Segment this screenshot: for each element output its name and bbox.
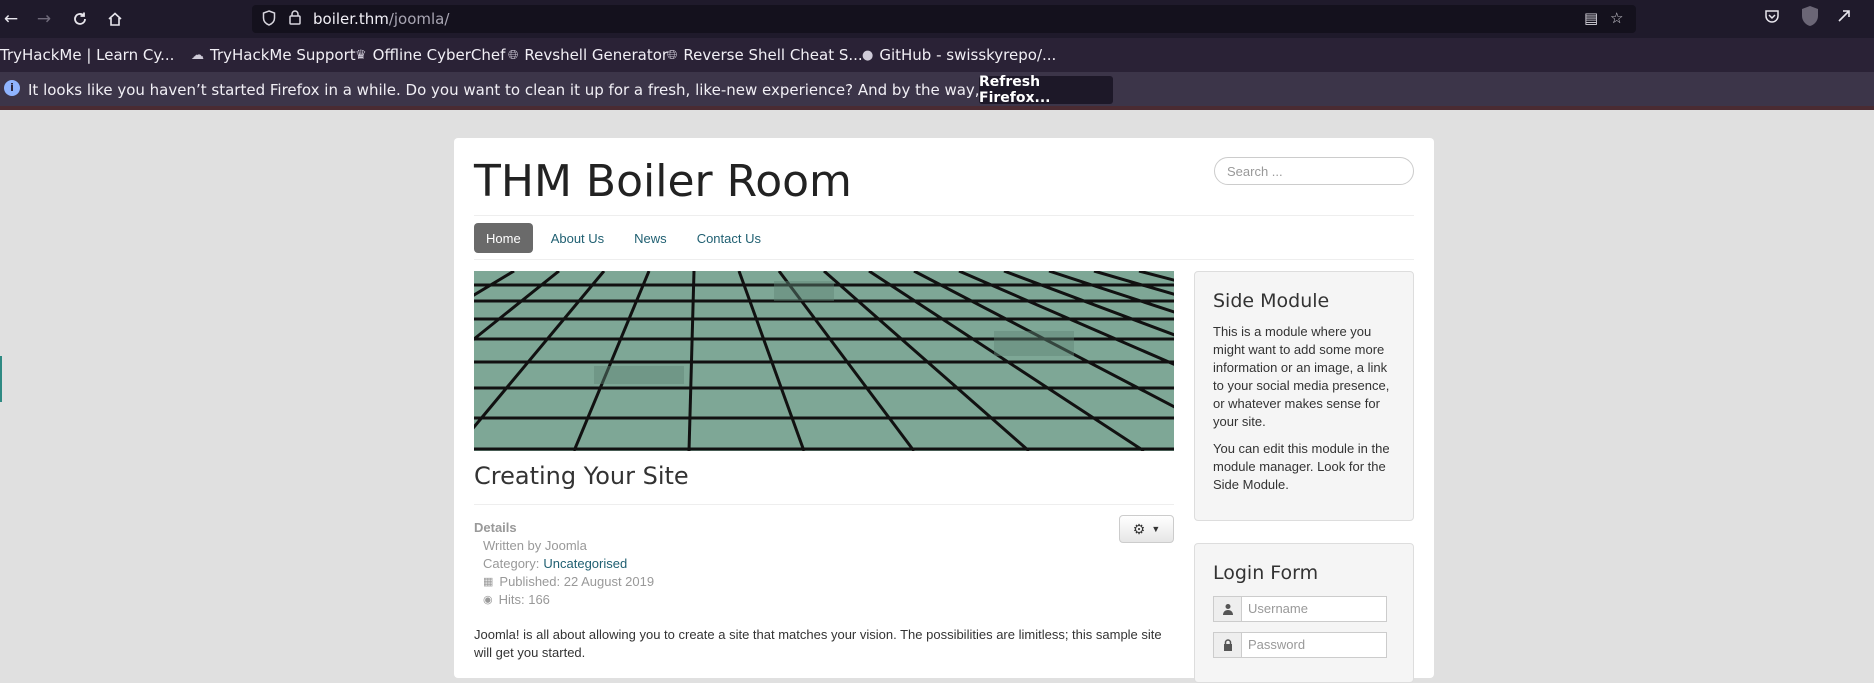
bookmark-tryhackme-learn[interactable]: TryHackMe | Learn Cy... [0,46,174,64]
main-nav: Home About Us News Contact Us [474,223,773,253]
site-container: THM Boiler Room Search ... Home About Us… [454,138,1434,683]
article-category: Category: Uncategorised [483,556,627,571]
refresh-firefox-button[interactable]: Refresh Firefox... [979,74,1113,106]
divider [474,215,1414,216]
url-host: boiler.thm [313,10,389,28]
bookmarks-bar: TryHackMe | Learn Cy... ☁ TryHackMe Suppo… [0,38,1874,72]
sidebar-edge-tab[interactable] [0,356,2,402]
calendar-icon: ▦ [483,576,494,588]
url-path: /joomla/ [388,10,450,28]
side-module: Side Module This is a module where you m… [1194,271,1414,521]
url-text[interactable]: boiler.thm/joomla/ [313,10,449,28]
notification-bar: i It looks like you haven’t started Fire… [0,72,1874,110]
nav-about-us[interactable]: About Us [539,223,616,253]
bookmark-offline-cyberchef[interactable]: ♛ Offline CyberChef [355,46,505,64]
bookmark-github-swisskyrepo[interactable]: ● GitHub - swisskyrepo/... [862,46,1056,64]
article-published: ▦ Published: 22 August 2019 [483,574,654,589]
password-field[interactable]: Password [1213,632,1387,658]
login-module: Login Form Username Password [1194,543,1414,683]
info-icon: i [4,80,20,96]
login-title: Login Form [1213,562,1319,584]
pocket-icon[interactable] [1764,8,1780,28]
article-title[interactable]: Creating Your Site [474,462,689,490]
globe-icon: 🌐︎ [508,47,519,63]
bookmark-reverse-shell-cheat[interactable]: 🌐︎ Reverse Shell Cheat S... [667,46,863,64]
divider [474,259,1414,260]
burp-extension-icon[interactable] [1800,4,1822,28]
bookmark-tryhackme-support[interactable]: ☁ TryHackMe Support [191,46,356,64]
eye-icon: ◉ [483,594,493,606]
bookmark-label: GitHub - swisskyrepo/... [879,46,1057,64]
banner-image [474,271,1174,451]
site-title[interactable]: THM Boiler Room [474,156,852,207]
forward-arrow-icon[interactable]: → [33,8,55,30]
back-arrow-icon[interactable]: ← [0,8,22,30]
search-input[interactable]: Search ... [1214,157,1414,185]
side-module-title: Side Module [1213,290,1330,312]
side-module-text: This is a module where you might want to… [1213,324,1390,429]
cloud-icon: ☁ [191,47,204,63]
username-input[interactable]: Username [1242,597,1386,621]
author-text: Written by Joomla [483,538,587,553]
article-tools-button[interactable]: ⚙ ▼ [1119,515,1174,543]
bookmark-label: Revshell Generator [524,46,669,64]
bookmark-star-icon[interactable]: ☆ [1610,9,1623,27]
nav-home[interactable]: Home [474,223,533,253]
nav-contact-us[interactable]: Contact Us [685,223,773,253]
published-text: Published: 22 August 2019 [499,574,655,589]
category-label: Category: [483,556,540,571]
bookmark-label: Offline CyberChef [372,46,506,64]
details-label: Details [474,520,517,535]
globe-icon: 🌐︎ [667,47,678,63]
bookmark-label: TryHackMe | Learn Cy... [0,46,175,64]
github-icon: ● [862,47,874,63]
nav-news[interactable]: News [622,223,679,253]
hits-text: Hits: 166 [498,592,550,607]
bookmark-label: Reverse Shell Cheat S... [683,46,863,64]
lock-icon[interactable] [288,9,302,29]
extensions-icon[interactable] [1836,8,1852,28]
username-field[interactable]: Username [1213,596,1387,622]
bookmark-label: TryHackMe Support [210,46,356,64]
article-author: Written by Joomla [483,538,587,553]
bookmark-revshell-generator[interactable]: 🌐︎ Revshell Generator [508,46,668,64]
password-input[interactable]: Password [1242,633,1386,657]
tracking-shield-icon[interactable] [262,10,276,30]
reload-icon[interactable] [69,8,91,30]
gear-icon: ⚙ [1132,520,1146,537]
side-module-text: You can edit this module in the module m… [1213,441,1390,492]
article-hits: ◉ Hits: 166 [483,592,550,607]
url-bar[interactable]: boiler.thm/joomla/ ▤ ☆ [252,5,1636,33]
article-intro: Joomla! is all about allowing you to cre… [474,627,1162,660]
user-icon [1214,597,1242,621]
notification-text: It looks like you haven’t started Firefo… [28,81,1098,99]
chef-hat-icon: ♛ [355,47,367,63]
reader-view-icon[interactable]: ▤ [1584,9,1598,27]
caret-down-icon: ▼ [1151,524,1161,534]
browser-toolbar: ← → boiler.thm/joomla/ ▤ ☆ [0,0,1874,38]
lock-icon [1214,633,1242,657]
category-link[interactable]: Uncategorised [543,556,627,571]
home-icon[interactable] [104,8,126,30]
divider [474,504,1174,505]
